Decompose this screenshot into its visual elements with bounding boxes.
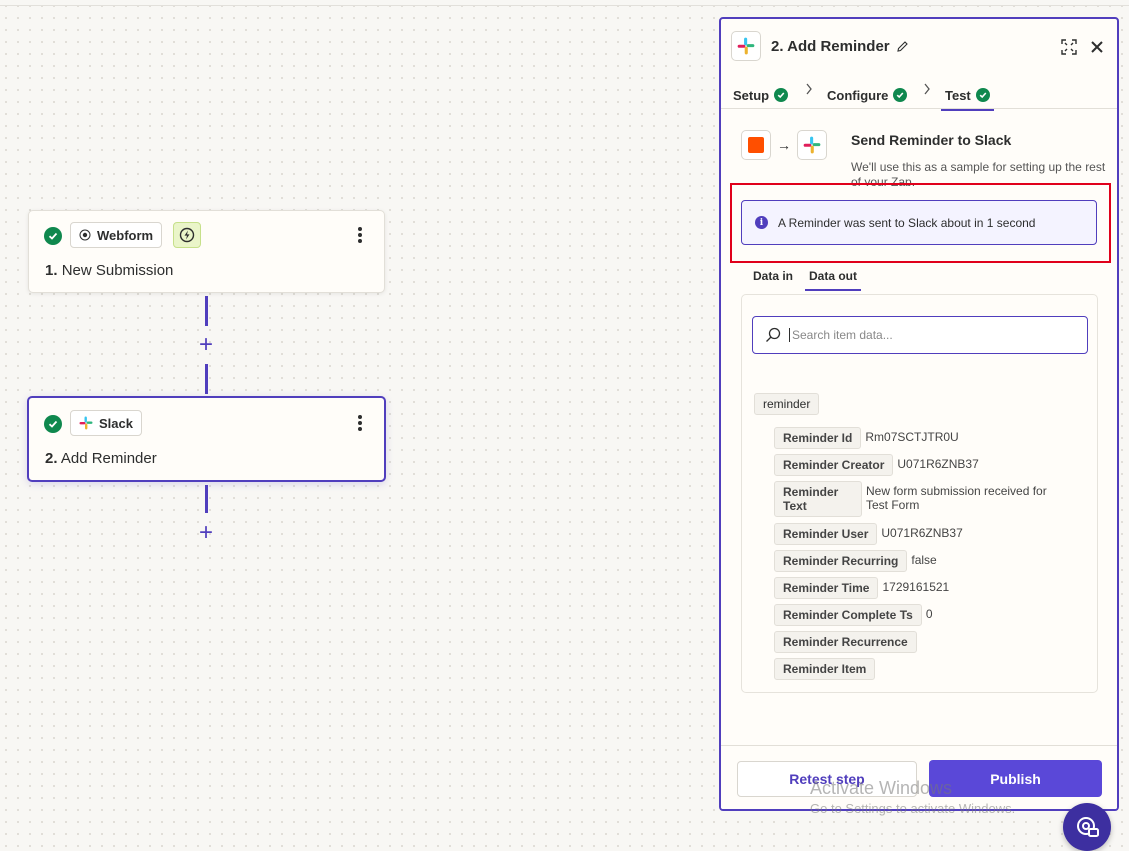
expand-icon[interactable]	[1060, 38, 1078, 56]
step-card-slack[interactable]: Slack 2. Add Reminder	[27, 396, 386, 482]
help-icon	[1077, 817, 1099, 837]
panel-title: 2. Add Reminder	[771, 38, 909, 55]
trigger-bolt-icon	[173, 222, 201, 248]
slack-icon	[79, 416, 93, 430]
top-divider	[0, 5, 1129, 6]
windows-activation-watermark: Activate Windows Go to Settings to activ…	[810, 778, 1016, 816]
slack-icon	[797, 130, 827, 160]
app-chip-slack: Slack	[70, 410, 142, 436]
panel-header: 2. Add Reminder	[721, 19, 1117, 75]
complete-check-icon	[774, 88, 789, 102]
data-out-card: reminder Reminder IdRm07SCTJTR0U Reminde…	[741, 294, 1098, 693]
data-field[interactable]: Reminder Recurring false	[774, 550, 937, 572]
data-field[interactable]: Reminder Complete Ts 0	[774, 604, 933, 626]
step-app-flow: →	[741, 130, 827, 160]
webform-icon	[79, 229, 91, 241]
arrow-right-icon: →	[777, 137, 791, 153]
chevron-right-icon	[924, 83, 930, 95]
close-icon[interactable]	[1088, 38, 1106, 56]
info-banner: i A Reminder was sent to Slack about in …	[741, 200, 1097, 245]
search-field[interactable]	[752, 316, 1088, 354]
app-name: Webform	[97, 227, 154, 243]
test-step-title: Send Reminder to Slack	[851, 132, 1012, 148]
step-card-webform[interactable]: Webform 1. New Submission	[28, 210, 385, 293]
search-input[interactable]	[789, 328, 1069, 342]
data-field[interactable]: Reminder Time 1729161521	[774, 577, 949, 599]
tab-setup[interactable]: Setup	[733, 84, 789, 106]
slack-icon	[731, 31, 761, 61]
tab-data-out[interactable]: Data out	[805, 269, 861, 291]
info-icon: i	[755, 216, 768, 229]
data-field[interactable]: Reminder Creator U071R6ZNB37	[774, 454, 979, 476]
data-field[interactable]: Reminder User U071R6ZNB37	[774, 523, 963, 545]
tab-configure[interactable]: Configure	[827, 84, 908, 106]
success-check-icon	[44, 415, 62, 433]
tab-test[interactable]: Test	[941, 84, 994, 111]
connector-line	[205, 296, 208, 326]
search-icon	[766, 327, 781, 342]
data-field[interactable]: Reminder Id Rm07SCTJTR0U	[774, 427, 959, 449]
zapier-icon	[741, 130, 771, 160]
add-step-button[interactable]: +	[196, 521, 216, 545]
step-tabs: Setup Configure Test	[721, 79, 1117, 111]
connector-line	[205, 364, 208, 394]
connector-line	[205, 485, 208, 513]
complete-check-icon	[975, 88, 990, 102]
tab-data-in[interactable]: Data in	[753, 269, 793, 283]
step-editor-panel: 2. Add Reminder Setup Configure Test → S…	[719, 17, 1119, 811]
more-options-icon[interactable]	[354, 413, 366, 433]
step-title: 2. Add Reminder	[45, 450, 157, 467]
test-step-description: We'll use this as a sample for setting u…	[851, 160, 1106, 186]
data-field[interactable]: Reminder Item	[774, 658, 879, 680]
app-chip-webform: Webform	[70, 222, 163, 248]
complete-check-icon	[893, 88, 908, 102]
step-title: 1. New Submission	[45, 262, 174, 279]
more-options-icon[interactable]	[354, 225, 366, 245]
edit-pencil-icon[interactable]	[896, 40, 909, 53]
success-check-icon	[44, 227, 62, 245]
data-field[interactable]: Reminder Recurrence	[774, 631, 921, 653]
app-name: Slack	[99, 415, 133, 431]
help-chat-button[interactable]	[1063, 803, 1111, 851]
chevron-right-icon	[806, 83, 812, 95]
data-field[interactable]: Reminder Text New form submission receive…	[774, 481, 1066, 517]
panel-title-text: 2. Add Reminder	[771, 38, 890, 55]
add-step-button[interactable]: +	[196, 333, 216, 357]
info-message: A Reminder was sent to Slack about in 1 …	[778, 215, 1036, 230]
data-root-key[interactable]: reminder	[754, 393, 820, 415]
